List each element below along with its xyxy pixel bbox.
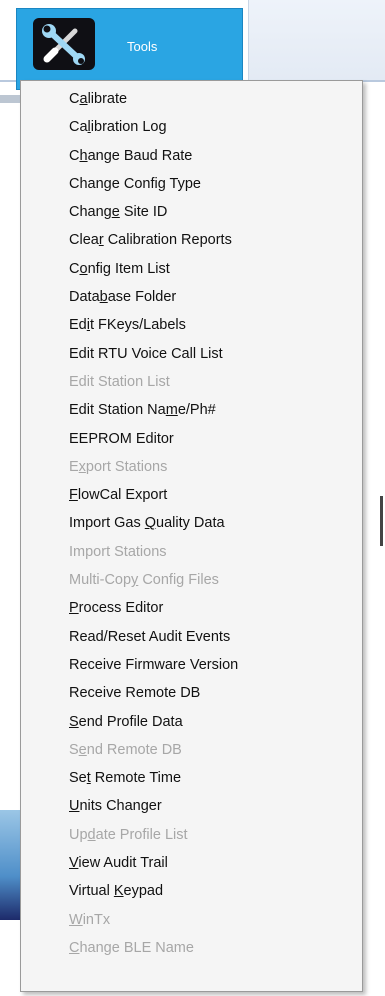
menu-item-export-stations: Export Stations [69, 458, 168, 475]
menu-item-config-item-list[interactable]: Config Item List [21, 255, 362, 283]
menu-item-calibration-log[interactable]: Calibration Log [21, 113, 362, 141]
menu-item-send-remote-db: Send Remote DB [69, 741, 182, 758]
menu-item-eeprom-editor[interactable]: EEPROM Editor [21, 425, 362, 453]
ribbon-panel [248, 0, 385, 80]
menu-item-receive-firmware-version[interactable]: Receive Firmware Version [21, 651, 362, 679]
menu-item-edit-station-list: Edit Station List [69, 373, 170, 390]
menu-item-units-changer[interactable]: Units Changer [21, 792, 362, 820]
menu-item-flowcal-export[interactable]: FlowCal Export [21, 481, 362, 509]
menu-item-view-audit-trail[interactable]: View Audit Trail [21, 849, 362, 877]
menu-item-calibrate[interactable]: Calibrate [21, 85, 362, 113]
wrench-screwdriver-icon [33, 18, 95, 70]
menu-item-update-profile-list: Update Profile List [69, 826, 188, 843]
menu-item-edit-station-name-ph[interactable]: Edit Station Name/Ph# [21, 396, 362, 424]
background-strip [0, 95, 20, 103]
background-image-fragment [0, 810, 20, 920]
menu-item-change-ble-name: Change BLE Name [69, 939, 194, 956]
background-divider [380, 496, 383, 546]
app-window: Tools Calibrate Calibration Log Change Bau… [0, 0, 385, 996]
menu-item-process-editor[interactable]: Process Editor [21, 594, 362, 622]
menu-item-read-reset-audit-events[interactable]: Read/Reset Audit Events [21, 623, 362, 651]
menu-item-wintx: WinTx [69, 911, 111, 928]
menu-item-clear-calibration-reports[interactable]: Clear Calibration Reports [21, 226, 362, 254]
menu-item-send-profile-data[interactable]: Send Profile Data [21, 708, 362, 736]
menu-item-receive-remote-db[interactable]: Receive Remote DB [21, 679, 362, 707]
menu-item-edit-fkeys-labels[interactable]: Edit FKeys/Labels [21, 311, 362, 339]
tools-dropdown-menu: Calibrate Calibration Log Change Baud Rate… [20, 80, 363, 992]
menu-item-change-config-type[interactable]: Change Config Type [21, 170, 362, 198]
menu-item-import-stations: Import Stations [69, 543, 167, 560]
menu-item-virtual-keypad[interactable]: Virtual Keypad [21, 877, 362, 905]
menu-item-edit-rtu-voice-call-list[interactable]: Edit RTU Voice Call List [21, 340, 362, 368]
menu-item-multi-copy-config-files: Multi-Copy Config Files [69, 572, 219, 589]
menu-item-change-site-id[interactable]: Change Site ID [21, 198, 362, 226]
menu-item-import-gas-quality-data[interactable]: Import Gas Quality Data [21, 509, 362, 537]
menu-item-change-baud-rate[interactable]: Change Baud Rate [21, 142, 362, 170]
tools-button-label: Tools [127, 39, 158, 54]
menu-item-database-folder[interactable]: Database Folder [21, 283, 362, 311]
tools-button[interactable]: Tools [16, 8, 243, 90]
menu-item-set-remote-time[interactable]: Set Remote Time [21, 764, 362, 792]
